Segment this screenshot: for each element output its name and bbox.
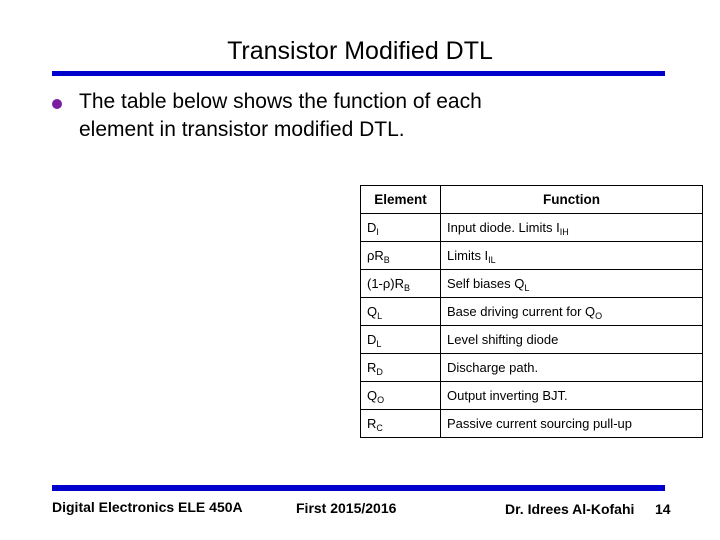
cell-element: DL — [360, 325, 441, 354]
column-header-element: Element — [360, 185, 441, 214]
table-row: QO Output inverting BJT. — [360, 381, 703, 410]
footer-course-label: Digital Electronics ELE 450A — [52, 499, 243, 515]
subscript: L — [376, 339, 382, 349]
element-function-table: Element Function DI Input diode. Limits … — [360, 185, 703, 438]
footer-term-label: First 2015/2016 — [296, 500, 397, 516]
subscript: D — [376, 367, 383, 377]
cell-element: DI — [360, 213, 441, 242]
subscript: O — [377, 395, 385, 405]
footer-page-number: 14 — [655, 501, 671, 517]
subscript: L — [377, 311, 383, 321]
table-row: DL Level shifting diode — [360, 325, 703, 354]
cell-function: Level shifting diode — [440, 325, 703, 354]
cell-function: Discharge path. — [440, 353, 703, 382]
table-row: (1-ρ)RB Self biases QL — [360, 269, 703, 298]
subscript: B — [383, 255, 390, 265]
subscript: IL — [488, 255, 496, 265]
footer-author-label: Dr. Idrees Al-Kofahi — [505, 501, 635, 517]
cell-element: ρRB — [360, 241, 441, 270]
subscript: O — [595, 311, 603, 321]
table-row: RC Passive current sourcing pull-up — [360, 409, 703, 438]
cell-element: RD — [360, 353, 441, 382]
page-title: Transistor Modified DTL — [227, 37, 493, 65]
cell-function: Base driving current for QO — [440, 297, 703, 326]
cell-element: QL — [360, 297, 441, 326]
title-divider — [52, 71, 665, 76]
cell-element: RC — [360, 409, 441, 438]
table-row: DI Input diode. Limits IIH — [360, 213, 703, 242]
subscript: I — [376, 227, 379, 237]
table-row: RD Discharge path. — [360, 353, 703, 382]
subscript: L — [524, 283, 530, 293]
table-header-row: Element Function — [360, 185, 703, 214]
subscript: B — [404, 283, 411, 293]
table-row: QL Base driving current for QO — [360, 297, 703, 326]
bullet-line-2: element in transistor modified DTL. — [79, 118, 405, 141]
list-item-label: The table below shows the function of ea… — [79, 88, 652, 144]
cell-function: Self biases QL — [440, 269, 703, 298]
cell-function: Limits IIL — [440, 241, 703, 270]
bullet-line-1: The table below shows the function of ea… — [79, 90, 482, 113]
bullet-dot-icon — [52, 99, 62, 109]
subscript: IH — [559, 227, 569, 237]
cell-element: QO — [360, 381, 441, 410]
column-header-function: Function — [440, 185, 703, 214]
table-row: ρRB Limits IIL — [360, 241, 703, 270]
cell-function: Input diode. Limits IIH — [440, 213, 703, 242]
list-item: The table below shows the function of ea… — [52, 88, 652, 144]
table-body: DI Input diode. Limits IIH ρRB Limits II… — [360, 213, 703, 438]
cell-function: Passive current sourcing pull-up — [440, 409, 703, 438]
footer-divider — [52, 485, 665, 491]
cell-function: Output inverting BJT. — [440, 381, 703, 410]
cell-element: (1-ρ)RB — [360, 269, 441, 298]
subscript: C — [376, 423, 383, 433]
body-content: The table below shows the function of ea… — [52, 88, 652, 144]
